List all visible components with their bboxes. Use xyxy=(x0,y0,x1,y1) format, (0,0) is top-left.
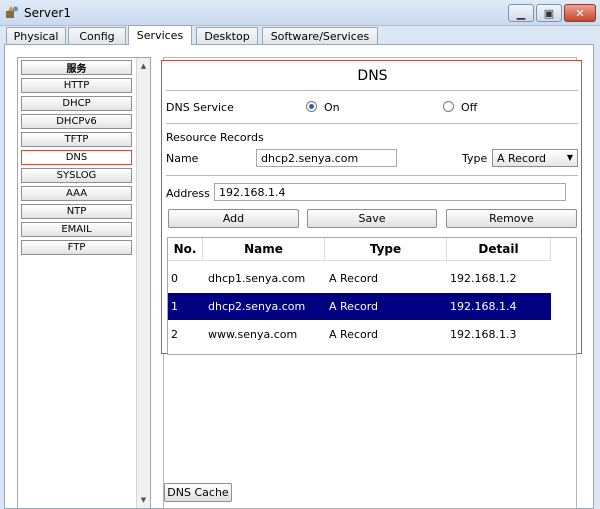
minimize-button[interactable]: ▁ xyxy=(508,4,534,22)
chevron-down-icon: ▼ xyxy=(566,153,573,162)
divider xyxy=(166,175,578,176)
dns-service-off-radio[interactable] xyxy=(443,101,454,112)
row-type: A Record xyxy=(329,300,379,313)
table-row-selected[interactable]: 1 dhcp2.senya.com A Record 192.168.1.4 xyxy=(168,293,551,320)
column-header-detail[interactable]: Detail xyxy=(447,238,551,261)
address-label: Address xyxy=(166,187,210,200)
dns-cache-button[interactable]: DNS Cache xyxy=(164,483,232,502)
address-input[interactable]: 192.168.1.4 xyxy=(214,183,566,201)
divider xyxy=(166,123,578,124)
scroll-up-icon[interactable]: ▲ xyxy=(137,60,150,72)
name-label: Name xyxy=(166,152,199,165)
row-name: dhcp1.senya.com xyxy=(208,272,306,285)
row-detail: 192.168.1.3 xyxy=(450,328,517,341)
add-button[interactable]: Add xyxy=(168,209,299,228)
tab-config[interactable]: Config xyxy=(68,27,126,44)
services-header: 服务 xyxy=(21,60,132,75)
record-type-select[interactable]: A Record ▼ xyxy=(492,149,578,167)
service-syslog-button[interactable]: SYSLOG xyxy=(21,168,132,183)
services-panel: 服务 HTTP DHCP DHCPv6 TFTP DNS SYSLOG AAA … xyxy=(4,44,594,509)
row-type: A Record xyxy=(329,328,379,341)
resource-records-label: Resource Records xyxy=(166,131,264,144)
tab-software-services[interactable]: Software/Services xyxy=(262,27,378,44)
row-type: A Record xyxy=(329,272,379,285)
dns-service-on-label: On xyxy=(324,101,340,114)
service-ntp-button[interactable]: NTP xyxy=(21,204,132,219)
column-header-name[interactable]: Name xyxy=(203,238,325,261)
tab-desktop[interactable]: Desktop xyxy=(196,27,258,44)
row-no: 0 xyxy=(171,272,178,285)
tab-services[interactable]: Services xyxy=(128,25,192,45)
table-row[interactable]: 2 www.senya.com A Record 192.168.1.3 xyxy=(168,321,551,348)
dns-title: DNS xyxy=(357,68,388,84)
dns-service-off-label: Off xyxy=(461,101,478,114)
table-row[interactable]: 0 dhcp1.senya.com A Record 192.168.1.2 xyxy=(168,265,551,292)
dns-service-label: DNS Service xyxy=(166,101,234,114)
title-bar: Server1 ▁ ▣ ✕ xyxy=(0,0,600,26)
divider xyxy=(166,90,578,91)
service-dhcpv6-button[interactable]: DHCPv6 xyxy=(21,114,132,129)
services-scrollbar[interactable]: ▲ ▼ xyxy=(136,58,150,508)
row-name: dhcp2.senya.com xyxy=(208,300,306,313)
row-detail: 192.168.1.4 xyxy=(450,300,517,313)
row-name: www.senya.com xyxy=(208,328,298,341)
service-dns-button[interactable]: DNS xyxy=(21,150,132,165)
remove-button[interactable]: Remove xyxy=(446,209,577,228)
window-title: Server1 xyxy=(24,6,71,20)
save-button[interactable]: Save xyxy=(307,209,437,228)
row-detail: 192.168.1.2 xyxy=(450,272,517,285)
record-name-input[interactable]: dhcp2.senya.com xyxy=(256,149,397,167)
service-aaa-button[interactable]: AAA xyxy=(21,186,132,201)
maximize-button[interactable]: ▣ xyxy=(536,4,562,22)
row-no: 1 xyxy=(171,300,178,313)
close-button[interactable]: ✕ xyxy=(564,4,596,22)
column-header-type[interactable]: Type xyxy=(325,238,447,261)
dns-section: DNS DNS Service On Off Resource Records … xyxy=(161,60,582,355)
type-label: Type xyxy=(462,152,488,165)
dns-service-on-radio[interactable] xyxy=(306,101,317,112)
service-ftp-button[interactable]: FTP xyxy=(21,240,132,255)
services-list: 服务 HTTP DHCP DHCPv6 TFTP DNS SYSLOG AAA … xyxy=(17,57,151,509)
record-type-value: A Record xyxy=(497,152,547,165)
tab-physical[interactable]: Physical xyxy=(6,27,66,44)
service-tftp-button[interactable]: TFTP xyxy=(21,132,132,147)
service-email-button[interactable]: EMAIL xyxy=(21,222,132,237)
service-http-button[interactable]: HTTP xyxy=(21,78,132,93)
column-header-no[interactable]: No. xyxy=(168,238,203,261)
scroll-down-icon[interactable]: ▼ xyxy=(137,494,150,506)
row-no: 2 xyxy=(171,328,178,341)
tab-bar: Physical Config Services Desktop Softwar… xyxy=(0,25,600,45)
dns-records-table: No. Name Type Detail 0 dhcp1.senya.com A… xyxy=(167,237,577,355)
server-tool-icon xyxy=(6,6,18,18)
service-dhcp-button[interactable]: DHCP xyxy=(21,96,132,111)
